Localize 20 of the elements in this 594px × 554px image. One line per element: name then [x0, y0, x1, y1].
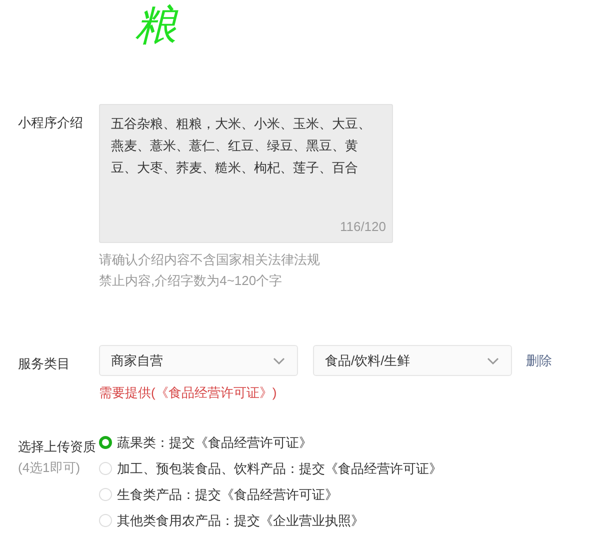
field-label: 选择上传资质 [18, 438, 97, 456]
option-label: 生食类产品：提交《食品经营许可证》 [117, 486, 338, 504]
category-dropdown[interactable]: 食品/饮料/生鲜 [313, 345, 512, 376]
option-label: 加工、预包装食品、饮料产品：提交《食品经营许可证》 [117, 460, 442, 478]
hint-text: 禁止内容,介绍字数为4~120个字 [99, 272, 284, 290]
character-counter: 116/120 [340, 219, 386, 234]
field-label: 小程序介绍 [17, 114, 84, 132]
category-dropdown[interactable]: 商家自营 [99, 345, 298, 376]
field-sublabel: (4选1即可) [18, 459, 82, 477]
option-label: 蔬果类：提交《食品经营许可证》 [117, 434, 312, 452]
warning-text: 需要提供(《食品经营许可证》) [99, 384, 278, 402]
option-label: 其他类食用农产品：提交《企业营业执照》 [117, 512, 364, 530]
hint-text: 请确认介绍内容不含国家相关法律法规 [99, 251, 321, 269]
description-field[interactable]: 五谷杂粮、粗粮，大米、小米、玉米、大豆、燕麦、薏米、薏仁、红豆、绿豆、黑豆、黄豆、大枣、荞麦、糙米、枸杞、莲子、百合 116/120 [99, 104, 393, 243]
field-label: 服务类目 [17, 355, 71, 373]
delete-link[interactable]: 删除 [526, 352, 552, 370]
radio-button[interactable] [99, 436, 112, 449]
caret-icon [273, 356, 285, 364]
caret-icon [487, 356, 499, 364]
logo-character: 粮 [135, 0, 177, 50]
